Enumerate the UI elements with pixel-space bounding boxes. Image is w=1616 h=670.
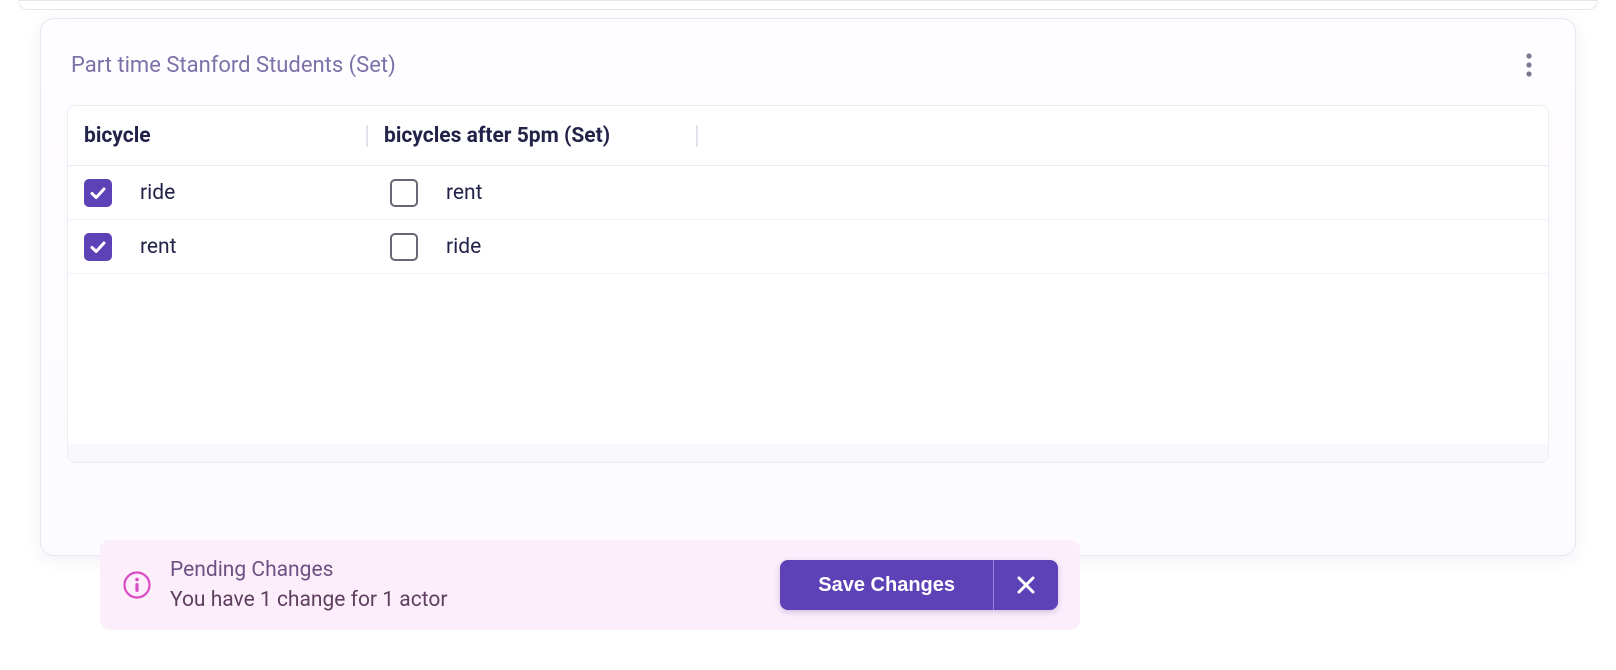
dismiss-toast-button[interactable] [994, 560, 1058, 610]
cell-label: ride [140, 181, 175, 205]
close-icon [1015, 574, 1037, 596]
permissions-card: Part time Stanford Students (Set) bicycl… [40, 18, 1576, 556]
table-cell: rent [68, 233, 368, 261]
toast-body: Pending Changes You have 1 change for 1 … [170, 558, 762, 612]
table-cell: ride [368, 233, 698, 261]
checkbox-unchecked[interactable] [390, 233, 418, 261]
card-header: Part time Stanford Students (Set) [67, 49, 1549, 81]
table-cell: ride [68, 179, 368, 207]
table-header-cell: bicycle [68, 106, 368, 165]
card-menu-button[interactable] [1513, 49, 1545, 81]
check-icon [88, 183, 108, 203]
toast-actions: Save Changes [780, 560, 1058, 610]
info-icon [122, 570, 152, 600]
card-title: Part time Stanford Students (Set) [71, 53, 396, 78]
pending-changes-toast: Pending Changes You have 1 change for 1 … [100, 540, 1080, 630]
table-row: ride rent [68, 166, 1548, 220]
checkbox-checked[interactable] [84, 179, 112, 207]
cell-label: rent [446, 181, 483, 205]
column-divider[interactable] [696, 125, 698, 147]
column-header: bicycle [84, 124, 151, 148]
save-changes-button[interactable]: Save Changes [780, 560, 994, 610]
permissions-table: bicycle bicycles after 5pm (Set) ride re… [67, 105, 1549, 463]
horizontal-scrollbar-track[interactable] [68, 444, 1548, 462]
kebab-icon [1526, 53, 1532, 77]
table-header-row: bicycle bicycles after 5pm (Set) [68, 106, 1548, 166]
checkbox-checked[interactable] [84, 233, 112, 261]
column-header: bicycles after 5pm (Set) [384, 124, 610, 148]
toast-message: You have 1 change for 1 actor [170, 588, 762, 612]
table-cell: rent [368, 179, 698, 207]
top-panel-strip [18, 0, 1598, 10]
toast-title: Pending Changes [170, 558, 762, 582]
table-row: rent ride [68, 220, 1548, 274]
table-header-cell: bicycles after 5pm (Set) [368, 106, 698, 165]
cell-label: ride [446, 235, 481, 259]
check-icon [88, 237, 108, 257]
cell-label: rent [140, 235, 177, 259]
checkbox-unchecked[interactable] [390, 179, 418, 207]
